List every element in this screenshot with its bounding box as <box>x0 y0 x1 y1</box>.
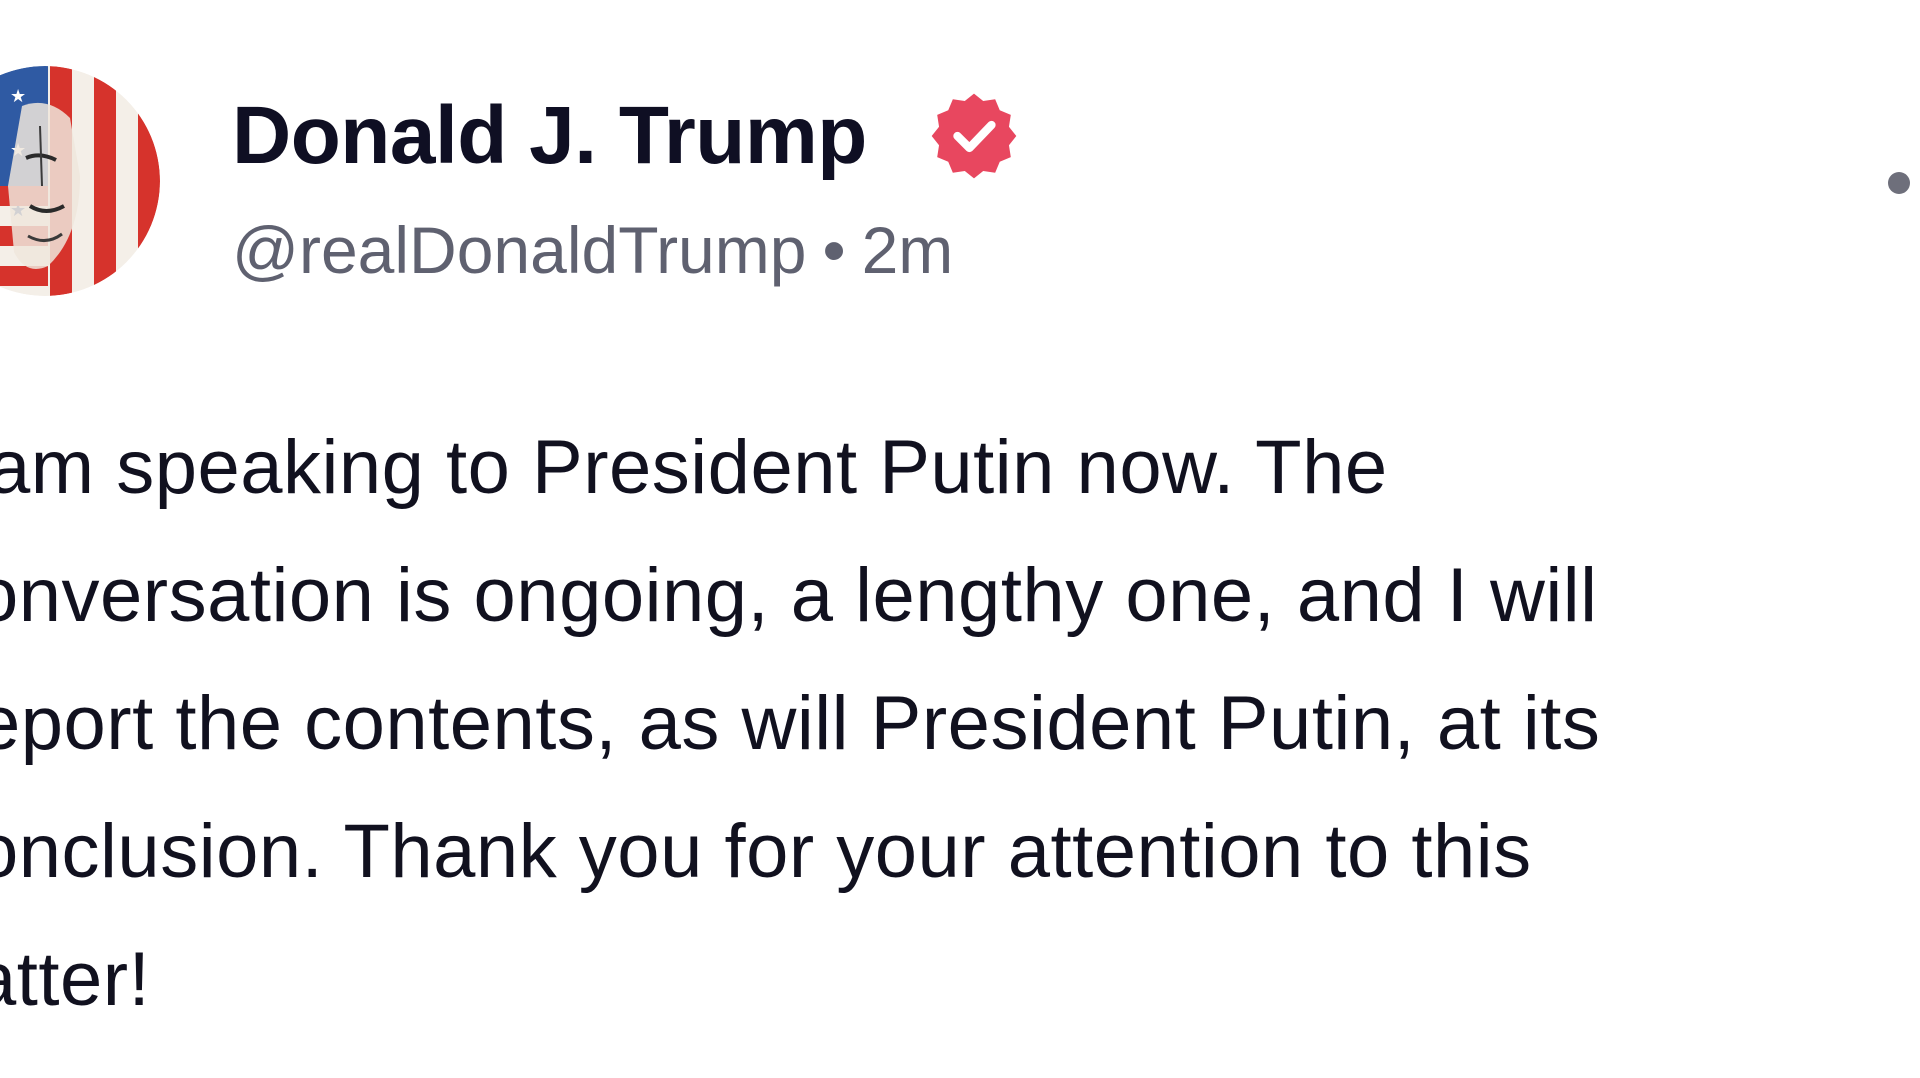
flag-portrait-avatar-icon: ★ ★ ★ <box>0 66 160 296</box>
avatar[interactable]: ★ ★ ★ <box>0 66 160 296</box>
post-text-line: atter! <box>0 937 151 1022</box>
post-meta: @realDonaldTrump • 2m <box>232 208 953 292</box>
post-text-line: onclusion. Thank you for your attention … <box>0 809 1532 894</box>
verified-badge-icon <box>928 90 1020 182</box>
post-card: ★ ★ ★ Donald J. Trump @realDonaldTrump•2… <box>0 0 1920 1078</box>
more-options-icon[interactable] <box>1888 172 1910 194</box>
post-text-line: onversation is ongoing, a lengthy one, a… <box>0 553 1598 638</box>
meta-separator: • <box>822 213 846 287</box>
author-handle[interactable]: @realDonaldTrump <box>232 213 806 287</box>
post-timestamp[interactable]: 2m <box>862 213 954 287</box>
display-name[interactable]: Donald J. Trump <box>232 88 867 184</box>
post-body: am speaking to President Putin now. The … <box>0 404 1920 1044</box>
post-text-line: eport the contents, as will President Pu… <box>0 681 1601 766</box>
post-text-line: am speaking to President Putin now. The <box>0 425 1388 510</box>
svg-text:★: ★ <box>10 86 26 107</box>
